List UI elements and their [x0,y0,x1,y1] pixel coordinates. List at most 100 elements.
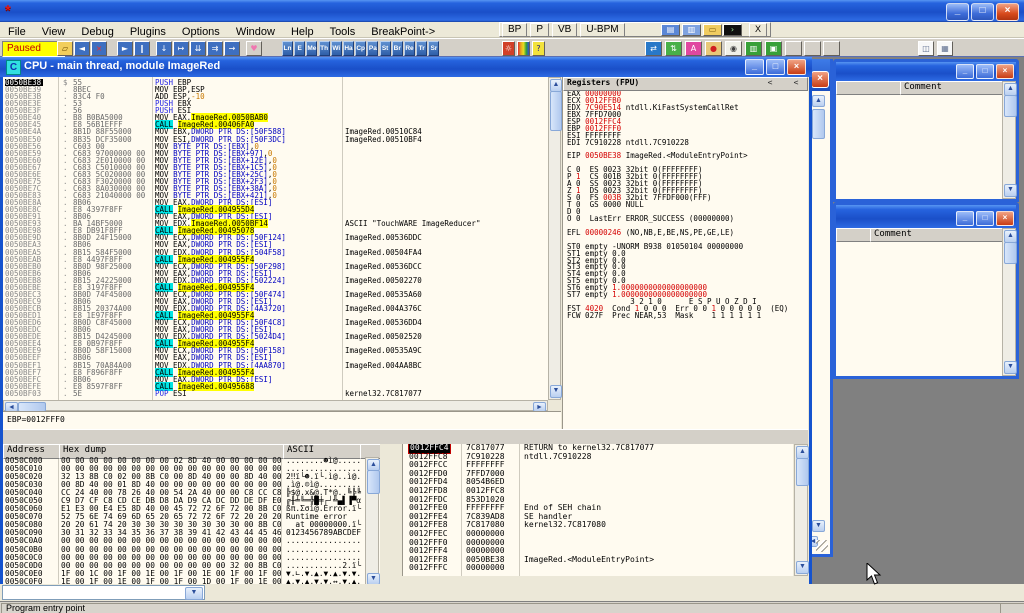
run-icon[interactable]: ► [117,41,133,56]
command-combobox[interactable]: ▼ [2,585,205,600]
open-file-icon[interactable]: ▱ [57,41,73,56]
stack-row[interactable]: 0012FFD07FFD7000 [403,470,793,479]
close-button[interactable]: × [996,211,1014,226]
comment-window-top[interactable]: _ □ × Comment ▲ ▼ [833,59,1019,202]
maximize-button[interactable]: □ [976,64,994,79]
title-bar[interactable]: * _ □ × [0,0,1024,22]
spiral-icon[interactable]: ◉ [725,41,742,56]
toolbar-blank-button[interactable] [804,41,821,56]
disassembly-pane[interactable]: 0050BE38$55PUSH EBP0050BE39.8BECMOV EBP,… [3,77,548,400]
toolbar-button-ha[interactable]: Ha [343,41,354,56]
dump-scrollbar[interactable]: ▲ ▼ [365,457,379,587]
toolbar-button-e[interactable]: E [294,41,305,56]
register-line[interactable]: EDI 7C910228 ntdll.7C910228 [563,140,808,147]
toolbar-button-re[interactable]: Re [404,41,415,56]
stack-row[interactable]: 0012FFCCFFFFFFFF [403,461,793,470]
stack-row[interactable]: 0012FFE0FFFFFFFFEnd of SEH chain [403,504,793,513]
stack-row[interactable]: 0012FFF000000000 [403,539,793,548]
stack-row[interactable]: 0012FFC87C910228ntdll.7C910228 [403,453,793,462]
column-header-blank[interactable] [836,81,905,95]
console-icon[interactable]: › [723,24,742,36]
stack-pane[interactable]: 0012FFC47C817077RETURN to kernel32.7C817… [402,444,793,576]
minimize-button[interactable]: _ [745,59,764,75]
column-header-comment[interactable]: Comment [900,81,1007,95]
go-back-icon[interactable]: ◄ [74,41,90,56]
column-header-comment[interactable]: Comment [870,228,1007,242]
scroll-down-icon[interactable]: ▼ [812,520,825,532]
register-line[interactable]: O 0 LastErr ERROR_SUCCESS (00000000) [563,216,808,223]
pane-splitter[interactable] [3,429,808,444]
menu-item-options[interactable]: Options [174,24,228,38]
toolbar-button-tr[interactable]: Tr [416,41,427,56]
options-gear-icon[interactable]: ☼ [502,41,515,56]
animate-into-icon[interactable]: ⇊ [190,41,206,56]
scrollbar-thumb[interactable] [812,109,825,139]
toolbar-blank-button[interactable] [823,41,840,56]
maximize-button[interactable]: □ [976,211,994,226]
close-button[interactable]: × [996,3,1019,21]
help-icon[interactable]: ? [532,41,545,56]
stack-row[interactable]: 0012FFC47C817077RETURN to kernel32.7C817… [403,444,793,453]
memory-window-icon[interactable]: ▣ [765,41,782,56]
toolbar-button-pa[interactable]: Pa [367,41,378,56]
toolbar-button-ln[interactable]: Ln [282,41,293,56]
record-icon[interactable]: ● [705,41,722,56]
bp-toolbar-button-vb[interactable]: VB [552,23,577,37]
disasm-row[interactable]: 0050BF03.5EPOP ESIkernel32.7C817077 [3,390,548,397]
comment-window-top-titlebar[interactable]: _ □ × [836,62,1016,81]
close-button[interactable]: × [787,59,806,75]
animate-over-icon[interactable]: ⇉ [207,41,223,56]
stack-row[interactable]: 0012FFD80012FFC8 [403,487,793,496]
toolbar-button-th[interactable]: Th [319,41,330,56]
minimize-button[interactable]: _ [956,211,974,226]
cpu-window-titlebar[interactable]: C CPU - main thread, module ImageRed _ □… [0,57,812,77]
stack-scrollbar[interactable]: ▲ ▼ [794,444,808,576]
memory-dump-pane[interactable]: AddressHex dumpASCII 0050C00000 00 00 00… [3,444,380,593]
pause-icon[interactable]: ‖ [134,41,150,56]
close-button[interactable]: × [996,64,1014,79]
scroll-up-icon[interactable]: ▲ [812,95,825,107]
swap-panes-icon[interactable]: ⇄ [645,41,662,56]
menu-item-file[interactable]: File [0,24,34,38]
toolbar-button-me[interactable]: Me [306,41,317,56]
toolbar-button-wi[interactable]: Wi [331,41,342,56]
scrollbar[interactable]: ▲ ▼ [1002,81,1016,199]
restore-button[interactable]: □ [971,3,994,21]
toolbar-button-sr[interactable]: Sr [428,41,439,56]
disassembly-scrollbar[interactable]: ▲ ▼ [548,77,561,400]
comment-window-bottom-titlebar[interactable]: _ □ × [836,205,1016,228]
bp-toolbar-button-bp[interactable]: BP [502,23,527,37]
panel-layout2-icon[interactable]: ▦ [937,41,953,56]
bp-toolbar-button-u-bpm[interactable]: U-BPM [580,23,624,37]
stack-row[interactable]: 0012FFEC00000000 [403,530,793,539]
registers-header[interactable]: Registers (FPU) < < [563,77,808,91]
appearance-icon[interactable] [517,41,530,56]
ascii-table-icon[interactable]: A [685,41,702,56]
window-doc-icon[interactable]: ▤ [661,24,680,36]
register-line[interactable]: EFL 00000246 (NO,NB,E,BE,NS,PE,GE,LE) [563,230,808,237]
execute-till-return-icon[interactable]: → [224,41,240,56]
disasm-row[interactable]: 0050BE3B.83C4 F0ADD ESP,-10 [3,93,548,100]
restart-icon[interactable]: ♥ [246,41,262,56]
toolbar-button-st[interactable]: St [380,41,391,56]
notepad-icon[interactable]: ▥ [682,24,701,36]
toolbar-button-br[interactable]: Br [392,41,403,56]
disasm-row[interactable]: 0050BEFE.E8 8597F8FFCALL ImageRed.004956… [3,383,548,390]
step-into-icon[interactable]: ↓ [156,41,172,56]
info-pane[interactable]: EBP=0012FFF0 [3,411,561,429]
maximize-button[interactable]: □ [766,59,785,75]
disasm-row[interactable]: 0050BE3E.53PUSH EBX [3,100,548,107]
menu-item-plugins[interactable]: Plugins [122,24,174,38]
stack-row[interactable]: 0012FFF80050BE38ImageRed.<ModuleEntryPoi… [403,556,793,565]
pane-arrow-icon[interactable]: < [763,78,777,88]
stack-row[interactable]: 0012FFD48054B6ED [403,478,793,487]
update-icon[interactable]: ⇅ [665,41,682,56]
disassembly-hscrollbar[interactable]: ◄ ► [3,400,548,411]
pane-arrow-icon[interactable]: < [789,78,803,88]
close-program-icon[interactable]: × [91,41,107,56]
register-line[interactable]: EIP 0050BE38 ImageRed.<ModuleEntryPoint> [563,153,808,160]
resize-grip[interactable] [816,540,828,552]
minimize-button[interactable]: _ [946,3,969,21]
panel-layout-icon[interactable]: ◫ [918,41,934,56]
menu-item-help[interactable]: Help [283,24,322,38]
